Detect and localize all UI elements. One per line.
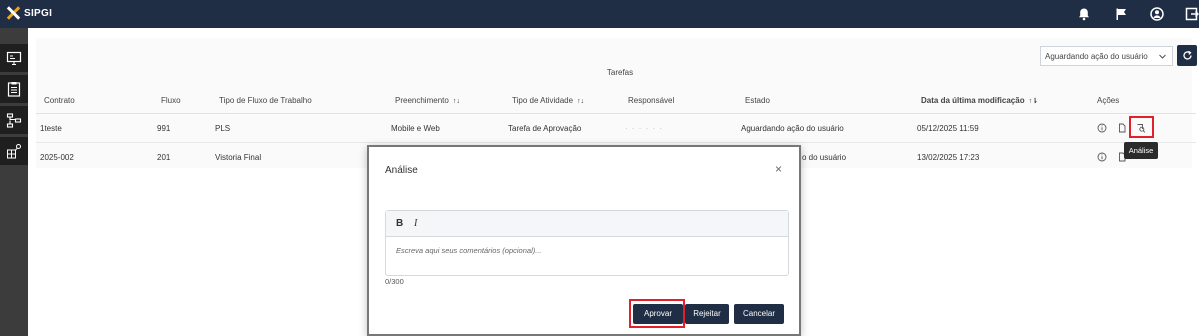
header-preenchimento-label: Preenchimento — [395, 96, 449, 105]
approve-button-highlight — [629, 299, 685, 328]
analysis-tooltip: Análise — [1124, 142, 1158, 159]
app-logo[interactable]: SIPGI — [6, 6, 52, 20]
row1-tipo-fluxo: PLS — [215, 124, 231, 133]
row1-contrato: 1teste — [40, 124, 62, 133]
sort-icon[interactable]: ↑↓ — [453, 98, 460, 105]
clipboard-list-icon — [7, 82, 21, 97]
close-icon[interactable]: × — [775, 162, 782, 176]
document-icon[interactable] — [1117, 123, 1127, 133]
form-board-icon — [6, 51, 22, 65]
sidebar-item-workflows[interactable] — [0, 106, 28, 134]
flag-icon[interactable] — [1114, 7, 1128, 21]
bold-button[interactable]: B — [396, 218, 403, 229]
header-tipo-fluxo[interactable]: Tipo de Fluxo de Trabalho — [219, 96, 312, 105]
sidebar-item-tasks[interactable] — [0, 75, 28, 103]
header-data-label: Data da última modificação — [921, 96, 1025, 105]
status-filter-value: Aguardando ação do usuário — [1045, 52, 1148, 61]
row2-contrato: 2025-002 — [40, 153, 74, 162]
row1-data: 05/12/2025 11:59 — [917, 124, 979, 133]
header-divider — [36, 113, 1196, 114]
refresh-button[interactable] — [1177, 45, 1197, 66]
row2-estado-partial: o do usuário — [802, 153, 847, 162]
row1-estado: Aguardando ação do usuário — [741, 124, 844, 133]
row-divider — [36, 142, 1196, 143]
row1-responsavel-obscured: · · · · · · — [625, 124, 664, 133]
header-contrato[interactable]: Contrato — [44, 96, 75, 105]
refresh-icon — [1182, 50, 1192, 60]
comment-placeholder: Escreva aqui seus comentários (opcional)… — [396, 246, 542, 255]
italic-button[interactable]: I — [414, 218, 417, 229]
logout-icon[interactable] — [1185, 7, 1199, 21]
analysis-modal: Análise × B I Escreva aqui seus comentár… — [367, 145, 801, 336]
info-icon[interactable] — [1097, 123, 1107, 133]
header-acoes: Ações — [1097, 96, 1120, 105]
header-tipo-atividade[interactable]: Tipo de Atividade ↑↓ — [512, 96, 584, 105]
sidebar-item-map[interactable] — [0, 137, 28, 165]
reject-button[interactable]: Rejeitar — [685, 304, 729, 324]
row2-tipo-fluxo: Vistoria Final — [215, 153, 262, 162]
table-title: Tarefas — [606, 68, 634, 77]
editor-toolbar: B I — [386, 211, 788, 237]
analysis-button-highlight — [1129, 116, 1154, 138]
row1-fluxo: 991 — [157, 124, 171, 133]
sort-ascending-icon[interactable]: ↑⇂ — [1029, 98, 1038, 105]
cancel-button[interactable]: Cancelar — [734, 304, 784, 324]
header-estado[interactable]: Estado — [745, 96, 770, 105]
status-filter-select[interactable]: Aguardando ação do usuário — [1040, 46, 1173, 66]
header-preenchimento[interactable]: Preenchimento ↑↓ — [395, 96, 460, 105]
grid-network-icon — [7, 144, 21, 159]
character-counter: 0/300 — [385, 277, 404, 286]
header-tipo-atividade-label: Tipo de Atividade — [512, 96, 574, 105]
row1-tipo-atividade: Tarefa de Aprovação — [508, 124, 582, 133]
header-data[interactable]: Data da última modificação ↑⇂ — [921, 96, 1038, 105]
header-responsavel[interactable]: Responsável — [628, 96, 674, 105]
bell-icon[interactable] — [1077, 7, 1091, 21]
modal-title: Análise — [385, 165, 418, 176]
row2-data: 13/02/2025 17:23 — [917, 153, 980, 162]
row1-preenchimento: Mobile e Web — [391, 124, 440, 133]
workflow-icon — [6, 113, 22, 128]
sidebar — [0, 28, 28, 336]
app-name: SIPGI — [24, 7, 53, 19]
header-fluxo[interactable]: Fluxo — [161, 96, 181, 105]
sidebar-item-forms[interactable] — [0, 44, 28, 72]
user-account-icon[interactable] — [1150, 7, 1164, 21]
row2-fluxo: 201 — [157, 153, 171, 162]
top-bar: SIPGI — [0, 0, 1199, 28]
info-icon[interactable] — [1097, 152, 1107, 162]
sipgi-logo-icon — [6, 6, 21, 20]
chevron-down-icon — [1159, 54, 1166, 59]
comment-editor[interactable]: B I Escreva aqui seus comentários (opcio… — [385, 210, 789, 276]
sort-icon[interactable]: ↑↓ — [577, 98, 584, 105]
